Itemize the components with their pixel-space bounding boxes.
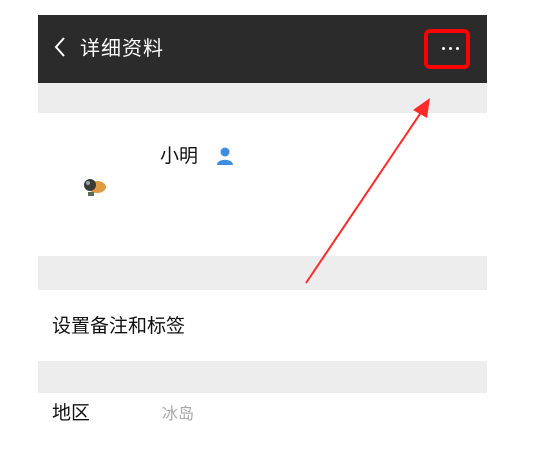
back-button[interactable] — [46, 29, 74, 65]
section-divider — [38, 361, 487, 393]
set-remark-tags-label: 设置备注和标签 — [52, 315, 186, 337]
chevron-left-icon — [54, 37, 65, 57]
highlight-box — [424, 29, 470, 69]
region-row: 地区 冰岛 — [38, 393, 487, 454]
set-remark-tags-row[interactable]: 设置备注和标签 — [38, 290, 487, 361]
profile-card: 小明 — [38, 113, 487, 256]
male-user-icon — [217, 147, 233, 165]
contact-name: 小明 — [160, 145, 199, 167]
page-title: 详细资料 — [80, 36, 164, 60]
profile-screen: 详细资料 小明 设置备注和标签 地区 冰岛 — [38, 15, 487, 454]
avatar-icon[interactable] — [80, 175, 108, 199]
section-divider — [38, 83, 487, 113]
region-label: 地区 — [52, 402, 91, 424]
title-bar: 详细资料 — [38, 15, 487, 83]
region-value: 冰岛 — [162, 404, 195, 423]
section-divider — [38, 256, 487, 290]
